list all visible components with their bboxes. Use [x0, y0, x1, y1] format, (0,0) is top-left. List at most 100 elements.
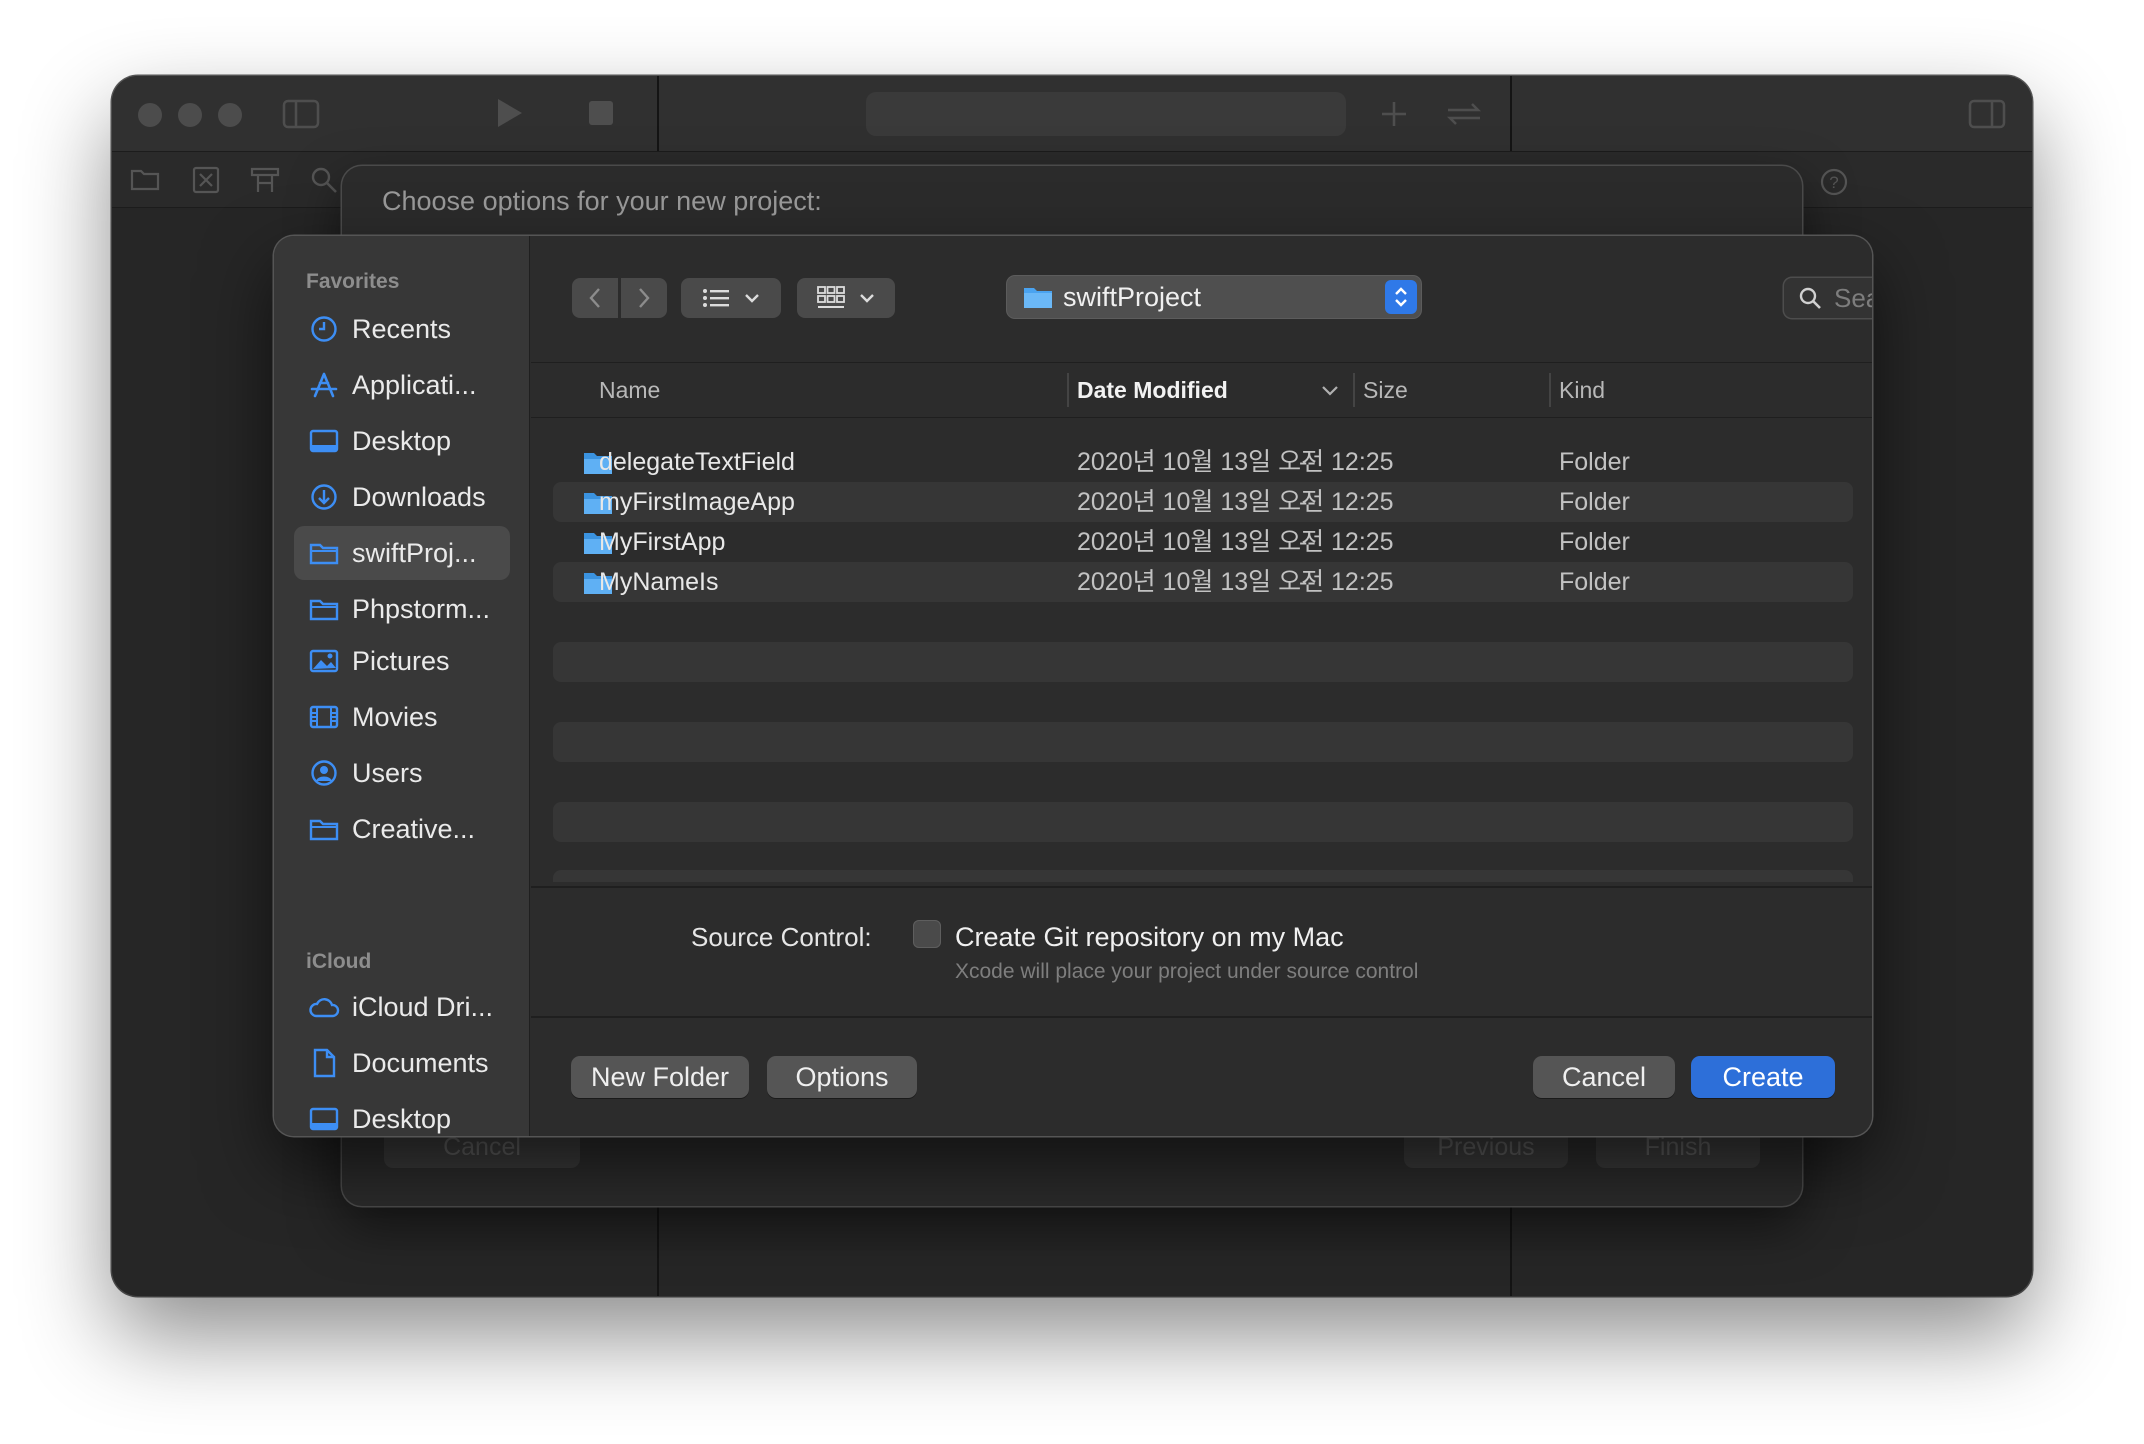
view-mode-popup[interactable]: [681, 278, 781, 318]
create-git-repo-label[interactable]: Create Git repository on my Mac: [955, 922, 1344, 953]
file-size: --: [1299, 528, 1316, 556]
sidebar: Favorites Recents Applicati... Desktop D…: [274, 236, 530, 1136]
table-row[interactable]: MyFirstApp 2020년 10월 13일 오전 12:25 -- Fol…: [553, 522, 1853, 562]
file-date: 2020년 10월 13일 오전 12:25: [1077, 448, 1394, 476]
xcode-toolbar: [112, 76, 2032, 152]
sidebar-item-icloud-drive[interactable]: iCloud Dri...: [294, 980, 510, 1034]
column-name[interactable]: Name: [599, 363, 660, 417]
sidebar-item-recents[interactable]: Recents: [294, 302, 510, 356]
project-navigator-icon[interactable]: [130, 166, 160, 192]
file-name: delegateTextField: [599, 448, 795, 476]
user-icon: [308, 757, 340, 789]
new-folder-button[interactable]: New Folder: [571, 1056, 749, 1098]
close-window-button[interactable]: [138, 103, 162, 127]
file-kind: Folder: [1559, 448, 1630, 476]
cloud-icon: [308, 991, 340, 1023]
sidebar-item-label: Desktop: [352, 1103, 452, 1134]
empty-row: [553, 642, 1853, 682]
applications-icon: [308, 369, 340, 401]
activity-view: [866, 92, 1346, 136]
zoom-window-button[interactable]: [218, 103, 242, 127]
minimize-window-button[interactable]: [178, 103, 202, 127]
group-by-popup[interactable]: [797, 278, 895, 318]
save-dialog: Favorites Recents Applicati... Desktop D…: [274, 236, 1872, 1136]
file-size: --: [1299, 448, 1316, 476]
sidebar-item-label: Recents: [352, 313, 452, 344]
toolbar-divider: [1510, 76, 1512, 151]
sort-descending-icon: [1322, 386, 1338, 396]
run-icon[interactable]: [494, 96, 524, 130]
sidebar-item-desktop[interactable]: Desktop: [294, 414, 510, 468]
sidebar-item-pictures[interactable]: Pictures: [294, 634, 510, 688]
folder-icon: [308, 593, 340, 625]
file-kind: Folder: [1559, 488, 1630, 516]
sidebar-item-label: Documents: [352, 1047, 489, 1078]
empty-row: [553, 870, 1853, 882]
column-divider: [1549, 373, 1551, 407]
find-navigator-icon[interactable]: [310, 166, 338, 194]
list-view-icon: [703, 289, 729, 307]
forward-button[interactable]: [620, 278, 667, 318]
sidebar-item-label: swiftProj...: [352, 537, 477, 568]
column-header: Name Date Modified Size Kind: [531, 362, 1872, 418]
source-control-navigator-icon[interactable]: [192, 166, 220, 194]
sidebar-item-phpstorm[interactable]: Phpstorm...: [294, 582, 510, 636]
chevron-right-icon: [638, 288, 650, 308]
help-icon[interactable]: ?: [1820, 168, 1848, 196]
add-icon[interactable]: [1380, 100, 1408, 128]
location-stepper: [1385, 280, 1417, 314]
column-divider: [1067, 373, 1069, 407]
sidebar-item-label: Pictures: [352, 645, 450, 676]
source-control-label: Source Control:: [691, 922, 872, 952]
location-popup[interactable]: swiftProject: [1007, 276, 1421, 318]
table-row[interactable]: myFirstImageApp 2020년 10월 13일 오전 12:25 -…: [553, 482, 1853, 522]
chevron-left-icon: [588, 288, 600, 308]
options-button[interactable]: Options: [767, 1056, 917, 1098]
column-size[interactable]: Size: [1363, 363, 1408, 417]
sidebar-item-documents[interactable]: Documents: [294, 1036, 510, 1090]
search-field[interactable]: [1784, 278, 1872, 318]
code-review-icon[interactable]: [1444, 100, 1484, 128]
file-size: --: [1299, 488, 1316, 516]
create-git-repo-checkbox[interactable]: [913, 920, 941, 948]
sidebar-item-label: Movies: [352, 701, 438, 732]
sidebar-item-users[interactable]: Users: [294, 746, 510, 800]
sidebar-item-creative[interactable]: Creative...: [294, 802, 510, 856]
file-name: myFirstImageApp: [599, 488, 795, 516]
back-button[interactable]: [571, 278, 618, 318]
divider: [531, 886, 1872, 888]
symbol-navigator-icon[interactable]: [250, 166, 280, 194]
table-row[interactable]: delegateTextField 2020년 10월 13일 오전 12:25…: [553, 442, 1853, 482]
sidebar-item-movies[interactable]: Movies: [294, 690, 510, 744]
folder-icon: [1024, 288, 1052, 308]
search-input[interactable]: [1834, 282, 1872, 314]
sidebar-item-label: Desktop: [352, 425, 452, 456]
sidebar-item-label: Creative...: [352, 813, 476, 844]
sidebar-item-icloud-desktop[interactable]: Desktop: [294, 1092, 510, 1136]
file-kind: Folder: [1559, 528, 1630, 556]
document-icon: [308, 1047, 340, 1079]
navigator-toggle-icon[interactable]: [282, 98, 320, 130]
create-button[interactable]: Create: [1691, 1056, 1835, 1098]
toolbar-divider: [657, 76, 659, 151]
sidebar-item-label: iCloud Dri...: [352, 991, 494, 1022]
column-kind[interactable]: Kind: [1559, 363, 1605, 417]
sheet-title: Choose options for your new project:: [382, 186, 822, 216]
download-icon: [308, 481, 340, 513]
table-row[interactable]: MyNameIs 2020년 10월 13일 오전 12:25 -- Folde…: [553, 562, 1853, 602]
sidebar-item-applications[interactable]: Applicati...: [294, 358, 510, 412]
sidebar-item-label: Phpstorm...: [352, 593, 491, 624]
cancel-button[interactable]: Cancel: [1533, 1056, 1675, 1098]
stop-icon[interactable]: [588, 100, 614, 126]
clock-icon: [308, 313, 340, 345]
sidebar-item-label: Applicati...: [352, 369, 477, 400]
inspector-toggle-icon[interactable]: [1968, 98, 2006, 130]
column-date-modified[interactable]: Date Modified: [1077, 363, 1228, 417]
sidebar-item-downloads[interactable]: Downloads: [294, 470, 510, 524]
chevron-down-icon: [745, 294, 759, 303]
grid-view-icon: [817, 286, 845, 308]
sidebar-item-label: Downloads: [352, 481, 486, 512]
up-down-chevron-icon: [1395, 287, 1407, 307]
column-divider: [1353, 373, 1355, 407]
sidebar-item-swiftproject[interactable]: swiftProj...: [294, 526, 510, 580]
